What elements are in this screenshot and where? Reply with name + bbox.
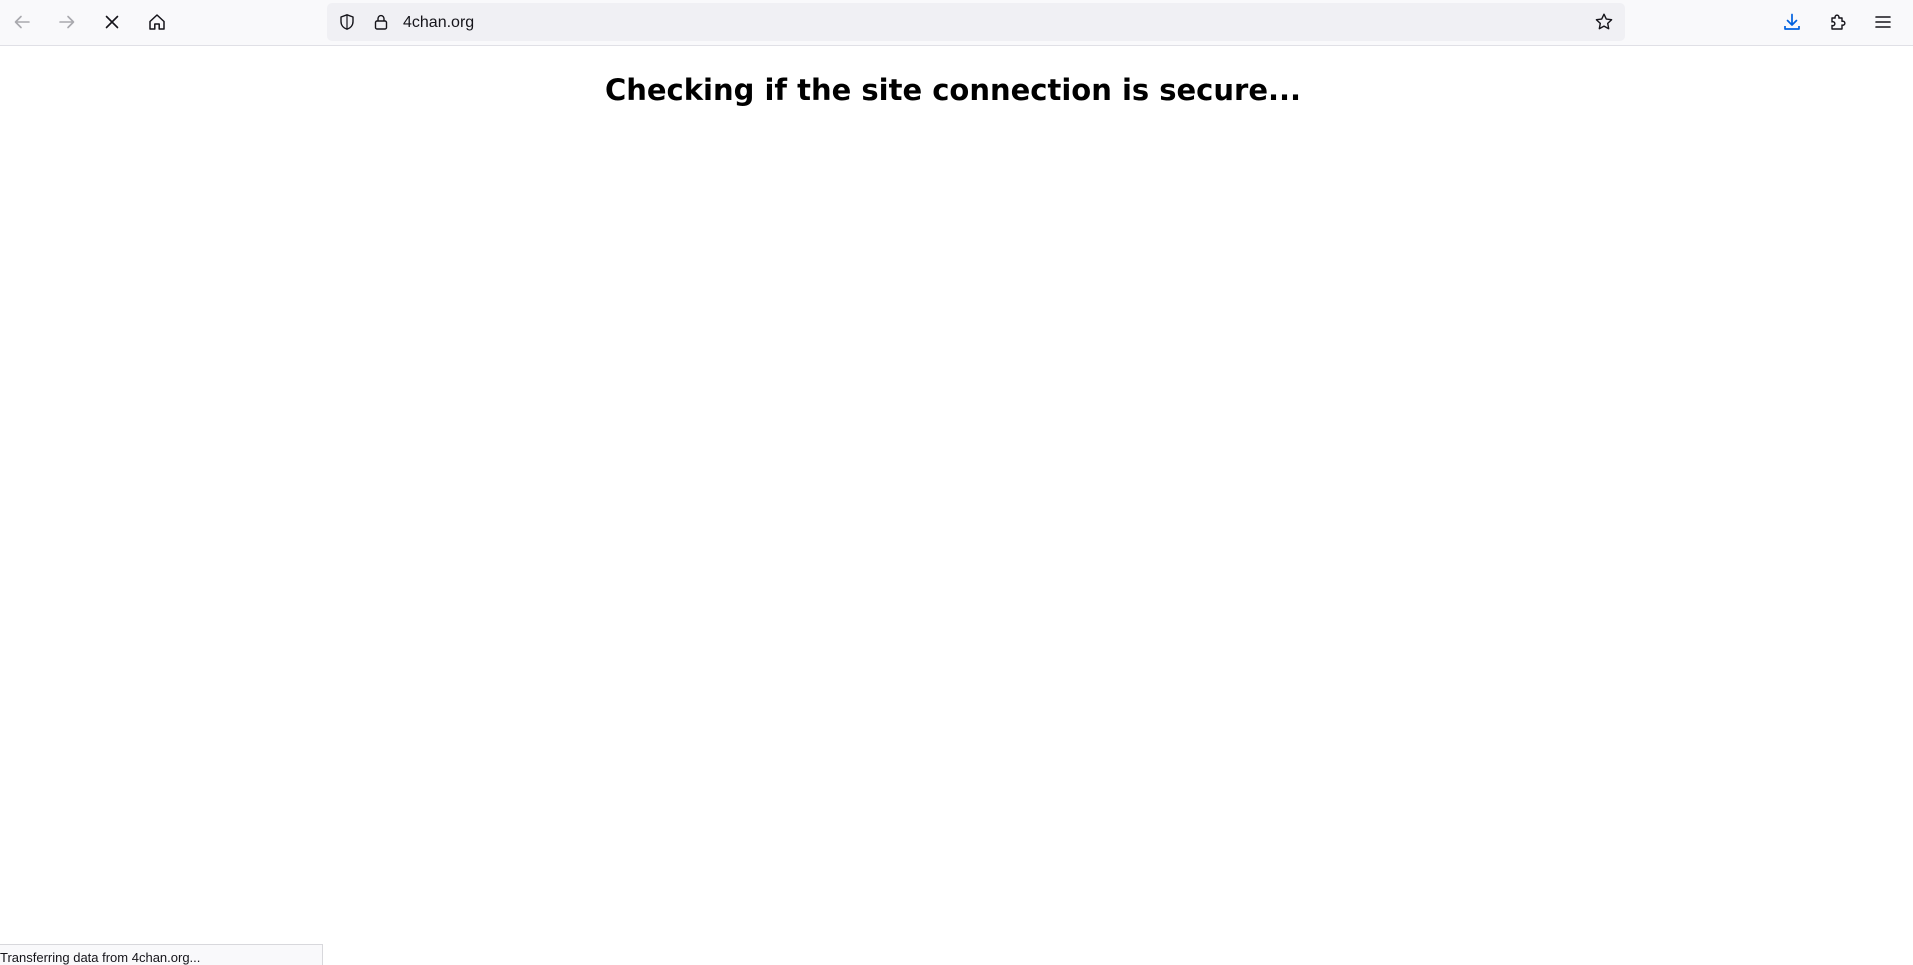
- status-text: Transferring data from 4chan.org...: [0, 950, 201, 965]
- stop-button[interactable]: [95, 5, 129, 39]
- home-icon: [147, 12, 167, 32]
- extensions-button[interactable]: [1821, 5, 1855, 39]
- downloads-button[interactable]: [1775, 5, 1809, 39]
- page-content: Checking if the site connection is secur…: [0, 46, 1913, 965]
- back-button[interactable]: [5, 5, 39, 39]
- shield-icon[interactable]: [337, 12, 357, 32]
- app-menu-button[interactable]: [1866, 5, 1900, 39]
- browser-toolbar: 4chan.org: [0, 0, 1913, 46]
- lock-icon[interactable]: [371, 12, 391, 32]
- forward-button[interactable]: [50, 5, 84, 39]
- status-panel: Transferring data from 4chan.org...: [0, 944, 323, 965]
- home-button[interactable]: [140, 5, 174, 39]
- hamburger-menu-icon: [1873, 12, 1893, 32]
- arrow-right-icon: [57, 12, 77, 32]
- puzzle-piece-icon: [1828, 12, 1848, 32]
- download-arrow-icon: [1782, 12, 1802, 32]
- url-text[interactable]: 4chan.org: [403, 13, 474, 33]
- arrow-left-icon: [12, 12, 32, 32]
- star-icon[interactable]: [1594, 12, 1614, 32]
- close-x-icon: [102, 12, 122, 32]
- url-bar[interactable]: 4chan.org: [327, 3, 1625, 41]
- page-heading: Checking if the site connection is secur…: [604, 73, 1302, 107]
